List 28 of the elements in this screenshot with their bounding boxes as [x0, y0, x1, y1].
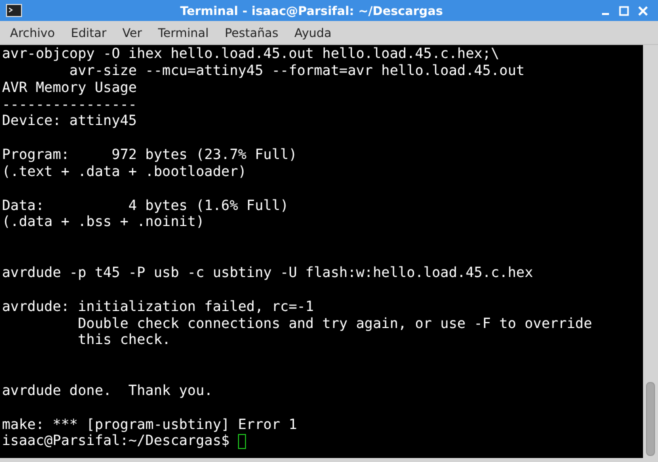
terminal-line: Program: 972 bytes (23.7% Full): [2, 147, 298, 164]
terminal-line: (.data + .bss + .noinit): [2, 214, 206, 232]
terminal-line: avrdude done. Thank you.: [2, 382, 214, 400]
window-title: Terminal - isaac@Parsifal: ~/Descargas: [179, 4, 444, 18]
maximize-icon[interactable]: [619, 6, 629, 16]
menu-item[interactable]: Terminal: [150, 26, 217, 40]
terminal-line: Data: 4 bytes (1.6% Full): [2, 198, 290, 214]
terminal-line: avrdude: initialization failed, rc=-1: [2, 298, 315, 316]
menu-item[interactable]: Ayuda: [286, 26, 340, 40]
terminal-line: (.text + .data + .bootloader): [2, 164, 248, 181]
terminal-line: avr-objcopy -O ihex hello.load.45.out hello.load.45.c.hex;\: [2, 46, 500, 63]
terminal-line: Device: attiny45: [2, 113, 138, 130]
terminal-line: avrdude -p t45 -P usb -c usbtiny -U flash:w:hello.load.45.c.hex: [2, 264, 534, 282]
terminal-line: this check.: [76, 332, 172, 350]
terminal-line: Double check connections and try again, or use -F to override: [76, 316, 594, 332]
terminal-line: avr-size --mcu=attiny45 --format=avr hello.load.45.out: [68, 62, 526, 80]
terminal-icon: [6, 4, 22, 17]
menu-item[interactable]: Pestañas: [216, 26, 286, 40]
terminal-line: make: *** [program-usbtiny] Error 1: [2, 416, 298, 434]
text-cursor: [238, 434, 246, 450]
terminal-line: ----------------: [2, 96, 138, 114]
shell-prompt: isaac@Parsifal:~/Descargas$: [2, 433, 230, 450]
menu-item[interactable]: Editar: [62, 26, 114, 40]
terminal-line: AVR Memory Usage: [2, 80, 138, 97]
scrollbar-thumb[interactable]: [646, 382, 655, 456]
menu-item[interactable]: Ver: [114, 26, 150, 40]
menu-item[interactable]: Archivo: [2, 26, 63, 40]
close-icon[interactable]: [638, 6, 648, 16]
